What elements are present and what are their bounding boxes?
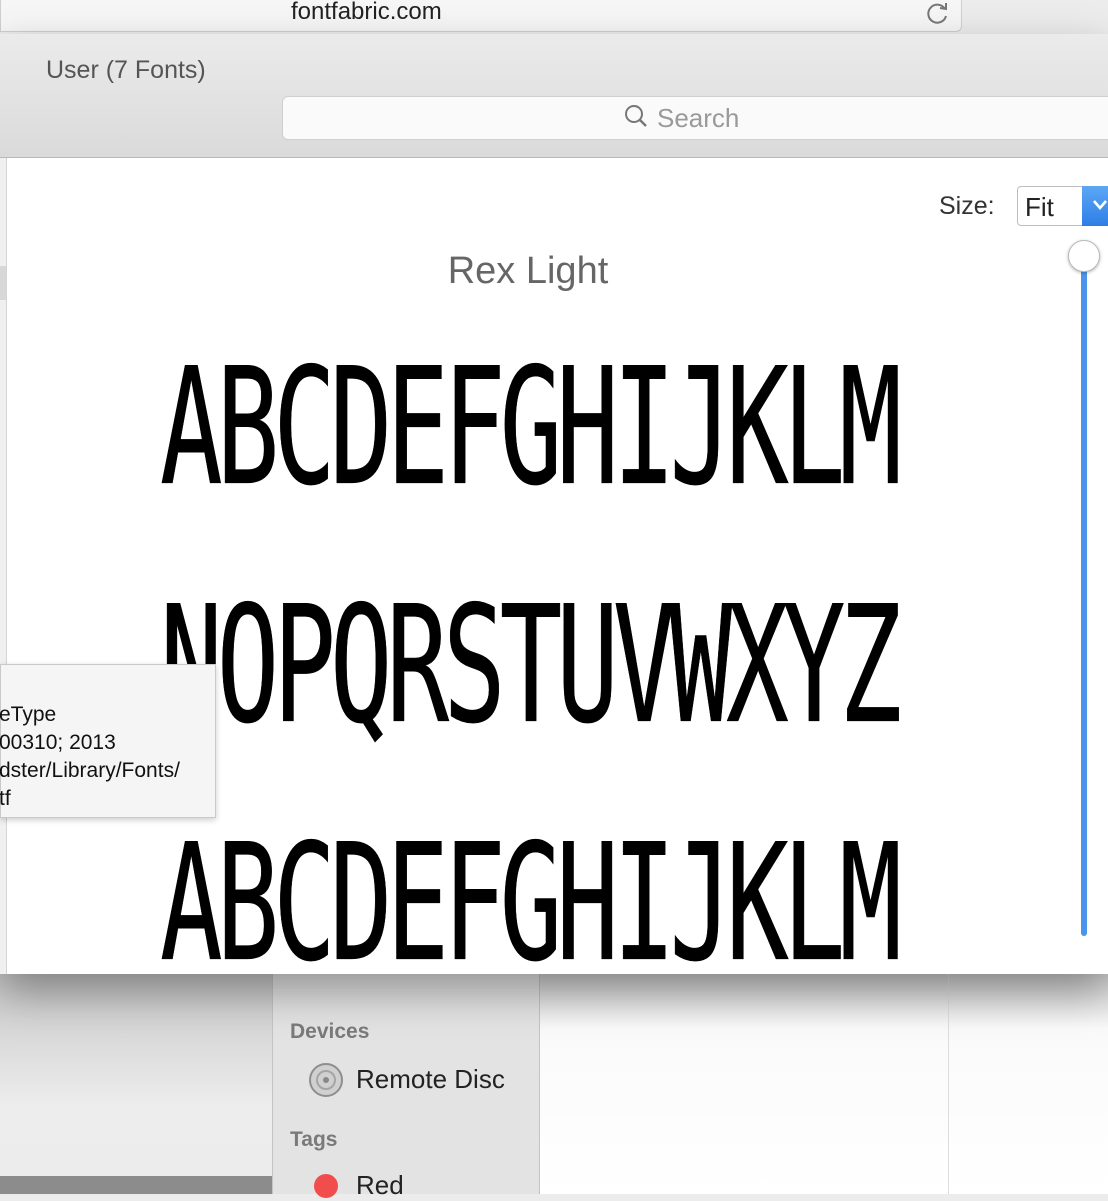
tooltip-line-4: tf [0,787,11,810]
red-tag-icon [314,1174,338,1198]
font-preview-pane: Size: Fit Rex Light ABCDEFGHIJKLM NOPQRS… [7,158,1108,974]
font-info-tooltip: eType 00310; 2013 dster/Library/Fonts/ t… [0,664,216,818]
font-book-toolbar: User (7 Fonts) Search [0,34,1108,158]
finder-window-left [0,974,272,1194]
browser-url-bar[interactable]: fontfabric.com [0,0,962,32]
remote-disc-icon [308,1062,344,1103]
tooltip-line-3: dster/Library/Fonts/ [0,759,180,782]
tooltip-line-1: eType [0,703,57,726]
tooltip-line-2: 00310; 2013 [0,731,116,754]
sidebar-item-tag-red[interactable]: Red [356,1170,404,1201]
finder-status-strip [0,1176,272,1194]
search-input[interactable]: Search [282,96,1108,140]
search-placeholder: Search [657,103,740,133]
font-list-selection[interactable] [0,266,6,300]
sidebar-item-remote-disc[interactable]: Remote Disc [356,1064,505,1095]
font-name-title: Rex Light [447,250,609,292]
glyph-row-3: ABCDEFGHIJKLM [160,808,902,974]
font-list-column [0,158,7,974]
sidebar-heading-tags: Tags [290,1128,338,1151]
size-label: Size: [939,192,995,220]
size-slider-track[interactable] [1081,258,1087,936]
collection-title: User (7 Fonts) [46,56,206,84]
size-select[interactable]: Fit [1017,186,1108,226]
font-book-window: User (7 Fonts) Search Size: Fit Rex Ligh… [0,34,1108,974]
finder-content [540,974,1108,1194]
chevron-down-icon[interactable] [1082,186,1108,226]
size-slider-knob[interactable] [1068,240,1100,272]
url-text: fontfabric.com [291,0,442,25]
glyph-row-1: ABCDEFGHIJKLM [160,332,902,522]
size-value: Fit [1025,192,1054,222]
sidebar-heading-devices: Devices [290,1020,370,1043]
reload-icon[interactable] [923,0,951,33]
finder-column-divider [948,974,949,1194]
search-icon [623,103,649,134]
